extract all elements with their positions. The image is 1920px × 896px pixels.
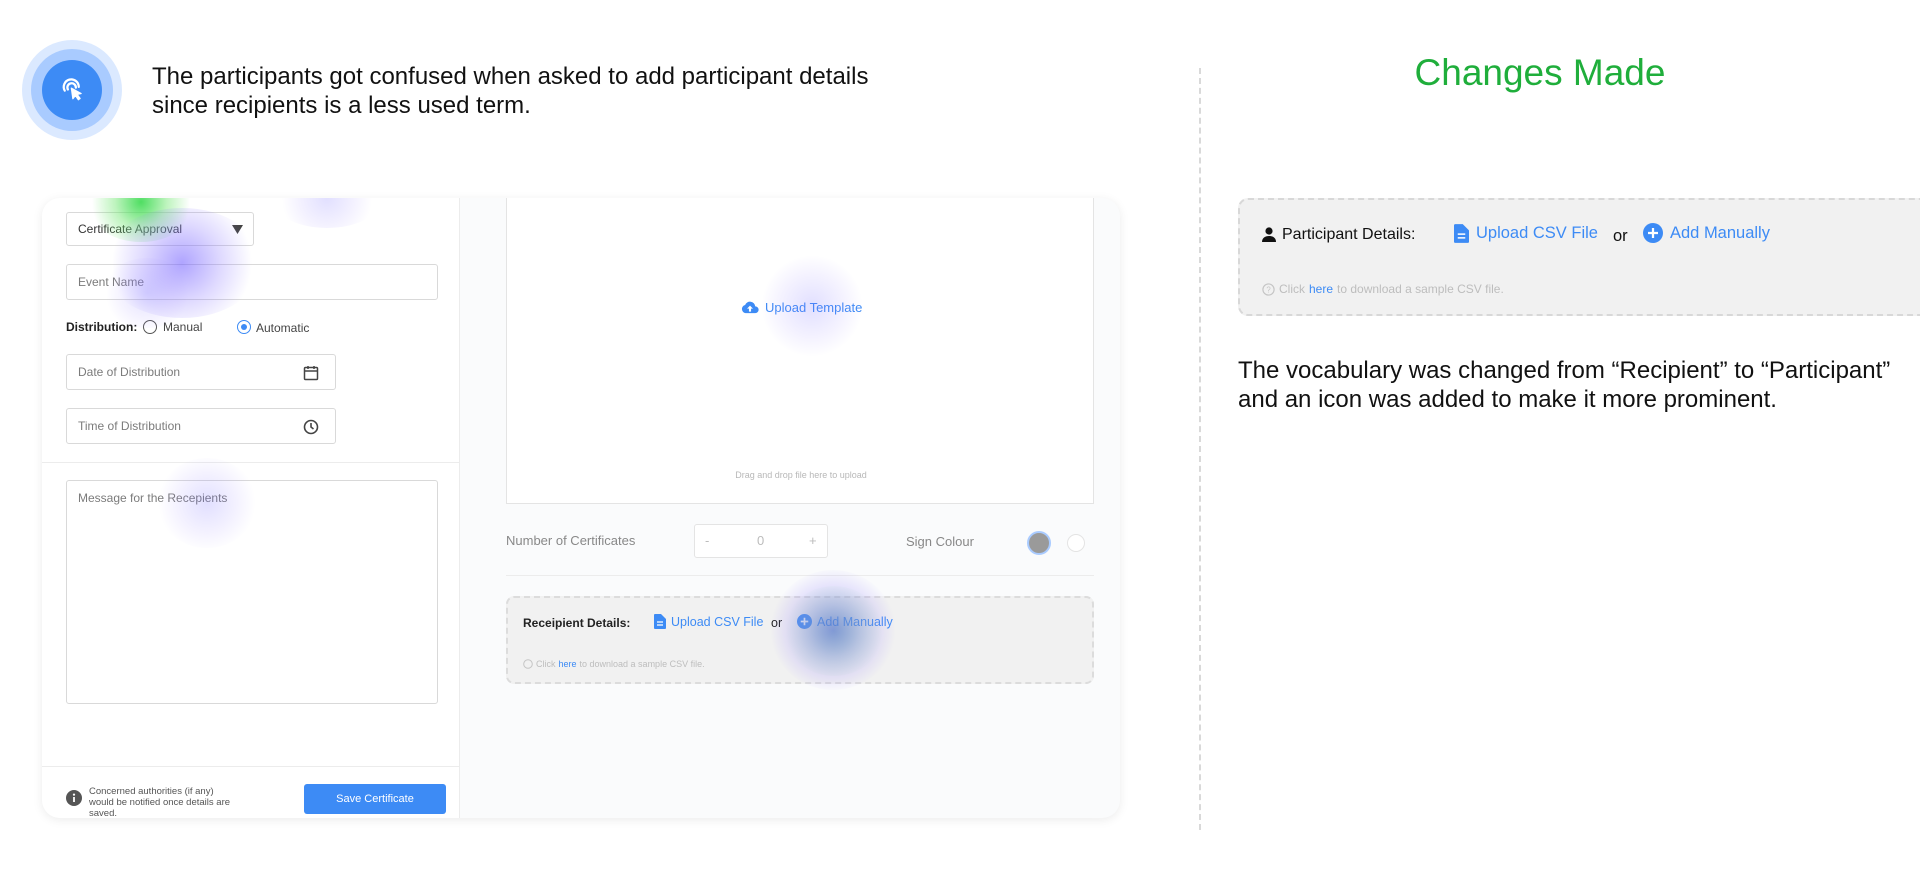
notice-text: Concerned authorities (if any) would be … <box>89 786 231 818</box>
sample-hint: ? Click here to download a sample CSV fi… <box>1262 282 1504 296</box>
old-upload-csv-label: Upload CSV File <box>671 614 764 629</box>
document-icon <box>1454 224 1469 243</box>
old-hint-prefix: Click <box>536 659 556 669</box>
original-form-screenshot: Certificate Approval Event Name Distribu… <box>42 198 1120 818</box>
radio-automatic[interactable] <box>237 320 251 334</box>
plus-circle-icon <box>1643 223 1663 243</box>
old-hint-suffix: to download a sample CSV file. <box>579 659 705 669</box>
caret-down-icon <box>232 225 243 234</box>
radio-manual[interactable] <box>143 320 157 334</box>
help-circle-icon <box>523 659 533 669</box>
touch-click-icon <box>62 78 82 101</box>
message-placeholder: Message for the Recepients <box>78 491 228 505</box>
stepper-plus[interactable]: + <box>809 533 817 548</box>
sign-colour-grey[interactable] <box>1027 531 1051 555</box>
add-manually-label: Add Manually <box>1670 223 1770 242</box>
document-icon <box>654 614 666 629</box>
radio-automatic-label: Automatic <box>256 321 310 335</box>
upload-template-link[interactable]: Upload Template <box>741 300 862 315</box>
divider <box>42 766 460 767</box>
num-certificates-label: Number of Certificates <box>506 533 636 548</box>
old-or-text: or <box>771 616 783 630</box>
change-explanation: The vocabulary was changed from “Recipie… <box>1238 357 1891 413</box>
recipient-details-label: Receipient Details: <box>523 616 631 630</box>
upload-template-label: Upload Template <box>765 300 863 315</box>
template-upload-area[interactable]: Upload Template Drag and drop file here … <box>506 198 1094 504</box>
date-field[interactable]: Date of Distribution <box>66 354 336 390</box>
upload-csv-label: Upload CSV File <box>1476 224 1598 242</box>
finding-text: The participants got confused when asked… <box>152 63 869 119</box>
time-placeholder: Time of Distribution <box>78 419 181 433</box>
participant-details-card: Participant Details: Upload CSV File or … <box>1238 198 1920 316</box>
date-placeholder: Date of Distribution <box>78 365 181 379</box>
certificate-type-value: Certificate Approval <box>78 222 183 236</box>
event-name-field[interactable]: Event Name <box>66 264 438 300</box>
save-certificate-button[interactable]: Save Certificate <box>304 784 446 814</box>
add-manually-link[interactable]: Add Manually <box>1643 223 1770 243</box>
sign-colour-label: Sign Colour <box>906 534 974 549</box>
svg-text:?: ? <box>1266 285 1271 294</box>
changes-title: Changes Made <box>1414 52 1666 93</box>
divider <box>506 575 1094 576</box>
old-sample-hint: Click here to download a sample CSV file… <box>523 659 705 669</box>
certificate-type-select[interactable]: Certificate Approval <box>66 212 254 246</box>
hint-prefix: Click <box>1279 282 1305 296</box>
stepper-value: 0 <box>757 533 765 548</box>
message-textarea[interactable]: Message for the Recepients <box>66 480 438 704</box>
form-left-panel: Certificate Approval Event Name Distribu… <box>42 198 460 818</box>
help-circle-icon: ? <box>1262 282 1275 296</box>
radio-manual-label: Manual <box>163 320 203 334</box>
drag-drop-hint: Drag and drop file here to upload <box>735 470 867 480</box>
divider <box>42 462 460 463</box>
stepper-minus[interactable]: - <box>705 533 709 548</box>
num-certificates-stepper[interactable]: - 0 + <box>694 524 828 558</box>
distribution-label: Distribution: <box>66 320 138 334</box>
person-icon <box>1262 227 1276 242</box>
upload-csv-link[interactable]: Upload CSV File <box>1454 224 1598 243</box>
section-divider <box>1199 68 1201 830</box>
click-badge <box>22 40 122 140</box>
time-field[interactable]: Time of Distribution <box>66 408 336 444</box>
info-icon <box>66 790 82 806</box>
calendar-icon <box>303 366 319 381</box>
old-upload-csv-link[interactable]: Upload CSV File <box>654 614 763 629</box>
old-hint-link[interactable]: here <box>559 659 577 669</box>
cloud-upload-icon <box>741 301 759 314</box>
event-name-placeholder: Event Name <box>78 275 145 289</box>
sign-colour-white[interactable] <box>1067 534 1085 552</box>
recipient-details-card: Receipient Details: Upload CSV File or A… <box>506 596 1094 684</box>
clock-icon <box>303 419 319 435</box>
old-add-manually-label: Add Manually <box>817 614 893 629</box>
hint-suffix: to download a sample CSV file. <box>1337 282 1504 296</box>
or-text: or <box>1613 227 1628 245</box>
plus-circle-icon <box>797 614 812 629</box>
hint-link[interactable]: here <box>1309 282 1333 296</box>
old-add-manually-link[interactable]: Add Manually <box>797 614 893 629</box>
participant-details-label: Participant Details: <box>1282 226 1416 243</box>
